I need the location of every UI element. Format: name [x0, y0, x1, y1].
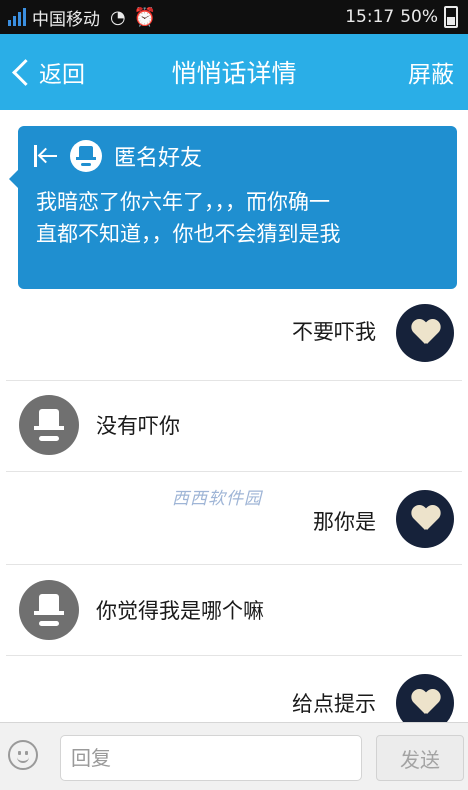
heart-icon	[411, 506, 439, 530]
message-text: 没有吓你	[96, 414, 180, 438]
block-button[interactable]: 屏蔽	[408, 34, 454, 110]
list-item: 没有吓你	[0, 381, 468, 471]
message-text: 给点提示	[292, 692, 376, 716]
message-text: 那你是	[313, 510, 376, 534]
carrier-name: 中国移动	[32, 9, 100, 30]
reply-input[interactable]	[60, 735, 362, 781]
whisper-message: 我暗恋了你六年了，，，而你确一 直都不知道，，你也不会猜到是我	[36, 186, 446, 250]
emoji-icon[interactable]	[8, 740, 38, 770]
user-avatar[interactable]	[396, 490, 454, 548]
user-avatar[interactable]	[396, 674, 454, 722]
exit-arrow-icon	[34, 145, 58, 167]
whisper-detail-card: 匿名好友 我暗恋了你六年了，，，而你确一 直都不知道，，你也不会猜到是我	[9, 126, 457, 289]
whisper-line: 我暗恋了你六年了，，，而你确一	[36, 190, 330, 214]
battery-icon	[444, 6, 458, 28]
send-button[interactable]: 发送	[376, 735, 464, 781]
message-text: 不要吓我	[292, 320, 376, 344]
back-label: 返回	[39, 62, 85, 88]
heart-icon	[411, 690, 439, 714]
sender-name: 匿名好友	[114, 146, 203, 171]
anonymous-avatar[interactable]	[19, 580, 79, 640]
alarm-icon: ⏰	[133, 6, 157, 28]
signal-icon	[8, 8, 26, 26]
message-text: 你觉得我是哪个嘛	[96, 599, 264, 623]
top-header: 悄悄话详情 返回 屏蔽	[0, 34, 468, 110]
wifi-icon: ◔	[110, 6, 126, 28]
anonymous-avatar[interactable]	[19, 395, 79, 455]
chevron-left-icon	[12, 58, 39, 86]
list-item: 你觉得我是哪个嘛	[0, 565, 468, 655]
whisper-line: 直都不知道，，你也不会猜到是我	[36, 222, 341, 246]
list-item: 不要吓我	[0, 300, 468, 380]
user-avatar[interactable]	[396, 304, 454, 362]
card-header: 匿名好友	[34, 140, 202, 172]
list-item: 给点提示	[0, 656, 468, 722]
anonymous-avatar-icon	[70, 140, 102, 172]
clock-time: 15:17	[345, 7, 395, 27]
heart-icon	[411, 320, 439, 344]
back-button[interactable]: 返回	[8, 34, 85, 110]
message-list[interactable]: 匿名好友 我暗恋了你六年了，，，而你确一 直都不知道，，你也不会猜到是我 不要吓…	[0, 110, 468, 722]
status-bar: 中国移动 ◔ ⏰ 15:17 50%	[0, 0, 468, 34]
reply-bar: 发送	[0, 722, 468, 790]
watermark: 西西软件园	[172, 489, 262, 509]
battery-level: 50%	[400, 7, 438, 27]
